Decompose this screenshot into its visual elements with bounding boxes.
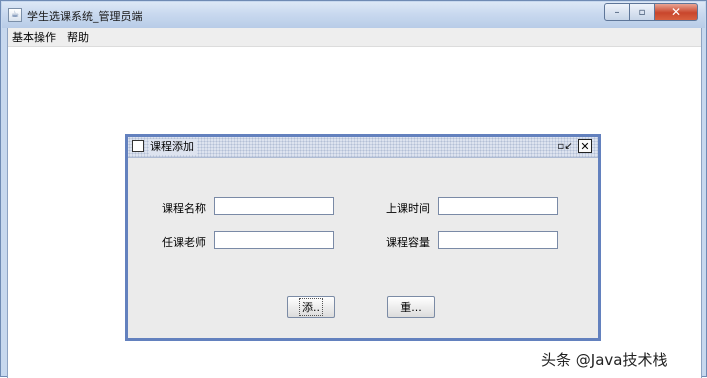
frame-icon — [132, 140, 144, 152]
desktop-pane: 课程添加 ▫↙ ✕ 课程名称 上课时间 任课老师 课程容量 添.. 重... — [8, 47, 701, 378]
add-button-label: 添.. — [299, 298, 323, 316]
menu-bar: 基本操作 帮助 — [8, 28, 701, 47]
course-name-label: 课程名称 — [162, 202, 206, 215]
watermark: 头条 @Java技术栈 — [541, 351, 668, 369]
maximize-icon: ▫ — [638, 6, 646, 18]
java-cup-icon: ☕ — [8, 8, 22, 22]
dialog-title: 课程添加 — [149, 139, 197, 155]
capacity-input[interactable] — [438, 231, 558, 249]
maximize-button[interactable]: ▫ — [630, 3, 655, 21]
window-titlebar[interactable]: ☕ 学生选课系统_管理员端 – ▫ ✕ — [2, 2, 705, 28]
class-time-input[interactable] — [438, 197, 558, 215]
window-title: 学生选课系统_管理员端 — [27, 10, 143, 23]
teacher-input[interactable] — [214, 231, 334, 249]
window-client-area: 基本操作 帮助 课程添加 ▫↙ ✕ 课程名称 上课时间 任课老师 课程容量 添.… — [7, 28, 702, 378]
menu-basic-operations[interactable]: 基本操作 — [11, 29, 57, 45]
app-window: ☕ 学生选课系统_管理员端 – ▫ ✕ 基本操作 帮助 课程添加 ▫↙ ✕ 课程… — [0, 0, 707, 378]
close-icon: ✕ — [670, 5, 682, 19]
class-time-label: 上课时间 — [386, 202, 430, 215]
course-name-input[interactable] — [214, 197, 334, 215]
window-controls: – ▫ ✕ — [604, 3, 698, 22]
restore-icon[interactable]: ▫↙ — [557, 139, 572, 153]
capacity-label: 课程容量 — [386, 236, 430, 249]
add-button[interactable]: 添.. — [287, 296, 335, 318]
close-icon[interactable]: ✕ — [578, 139, 592, 153]
teacher-label: 任课老师 — [162, 236, 206, 249]
course-add-dialog: 课程添加 ▫↙ ✕ 课程名称 上课时间 任课老师 课程容量 添.. 重... — [125, 134, 601, 341]
reset-button-label: 重... — [400, 301, 422, 314]
reset-button[interactable]: 重... — [387, 296, 435, 318]
dialog-titlebar[interactable]: 课程添加 ▫↙ ✕ — [128, 137, 598, 158]
close-window-button[interactable]: ✕ — [655, 3, 698, 21]
dialog-body: 课程添加 ▫↙ ✕ 课程名称 上课时间 任课老师 课程容量 添.. 重... — [128, 137, 598, 338]
minimize-icon: – — [614, 6, 620, 18]
minimize-button[interactable]: – — [604, 3, 630, 21]
menu-help[interactable]: 帮助 — [66, 29, 90, 45]
